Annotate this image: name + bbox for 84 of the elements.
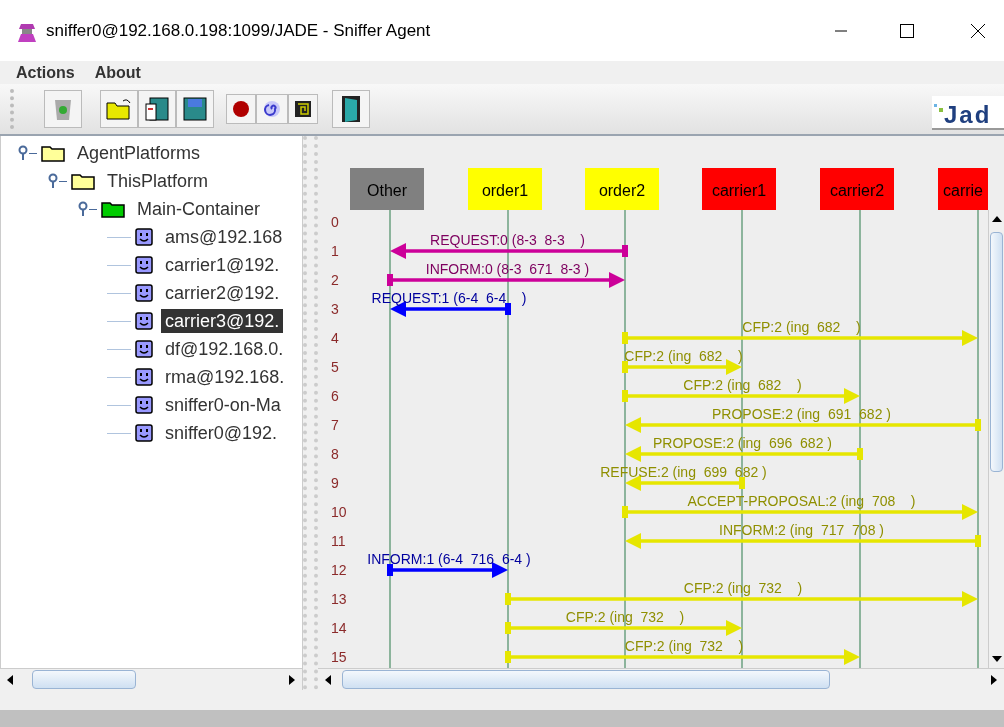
clear-icon[interactable] — [44, 90, 82, 128]
row-number: 1 — [331, 243, 339, 259]
squares-icon — [934, 104, 943, 112]
message-label: PROPOSE:2 (ing 696 682 ) — [653, 435, 832, 451]
menu-item[interactable]: About — [94, 61, 141, 85]
tree-item[interactable]: AgentPlatforms — [73, 141, 205, 165]
folder-icon — [101, 200, 125, 218]
message-label: INFORM:1 (6-4 716 6-4 ) — [367, 551, 531, 567]
message-label: INFORM:2 (ing 717 708 ) — [719, 522, 884, 538]
expand-handle-icon[interactable] — [47, 173, 59, 189]
smiley-icon — [135, 368, 153, 386]
tree-item[interactable]: carrier2@192. — [161, 281, 284, 305]
smiley-icon — [135, 424, 153, 442]
row-number: 7 — [331, 417, 339, 433]
row-number: 0 — [331, 214, 339, 230]
door-icon[interactable] — [332, 90, 370, 128]
smiley-icon — [135, 340, 153, 358]
tree-item[interactable]: rma@192.168. — [161, 365, 289, 389]
row-number: 15 — [331, 649, 347, 665]
maximize-icon[interactable] — [900, 23, 914, 38]
expand-handle-icon[interactable] — [17, 145, 29, 161]
horizontal-scrollbar[interactable] — [318, 668, 1004, 690]
tree-item[interactable]: df@192.168.0. — [161, 337, 288, 361]
message-label: REFUSE:2 (ing 699 682 ) — [600, 464, 767, 480]
tree-item[interactable]: carrier3@192. — [161, 309, 284, 333]
agent-name: Other — [367, 182, 407, 199]
message-label: ACCEPT-PROPOSAL:2 (ing 708 ) — [687, 493, 916, 509]
tree-item[interactable]: ams@192.168 — [161, 225, 287, 249]
message-label: PROPOSE:2 (ing 691 682 ) — [712, 406, 891, 422]
menu-item[interactable]: Actions — [16, 61, 75, 85]
folder-icon — [71, 172, 95, 190]
agent-name: carrie — [943, 182, 983, 199]
row-number: 4 — [331, 330, 339, 346]
smiley-icon — [135, 256, 153, 274]
open-folder-icon[interactable] — [100, 90, 138, 128]
message-label: CFP:2 (ing 682 ) — [624, 348, 743, 364]
smiley-icon — [135, 312, 153, 330]
close-icon[interactable] — [970, 22, 986, 39]
message-label: REQUEST:0 (8-3 8-3 ) — [430, 232, 585, 248]
vertical-scrollbar[interactable] — [988, 210, 1004, 668]
row-number: 8 — [331, 446, 339, 462]
message-label: CFP:2 (ing 682 ) — [683, 377, 802, 393]
scroll-thumb[interactable] — [32, 670, 136, 689]
row-number: 10 — [331, 504, 347, 520]
horizontal-scrollbar[interactable] — [0, 668, 302, 690]
message-label: CFP:2 (ing 732 ) — [683, 580, 803, 596]
message-label: CFP:2 (ing 732 ) — [565, 609, 685, 625]
square-spiral-icon[interactable] — [288, 94, 318, 124]
row-number: 2 — [331, 272, 339, 288]
row-number: 9 — [331, 475, 339, 491]
message-label: CFP:2 (ing 682 ) — [742, 319, 861, 335]
tree-item[interactable]: sniffer0-on-Ma — [161, 393, 285, 417]
row-number: 14 — [331, 620, 347, 636]
window-title: sniffer0@192.168.0.198:1099/JADE - Sniffer Agent — [46, 19, 431, 42]
tree-item[interactable]: ThisPlatform — [103, 169, 213, 193]
smiley-icon — [135, 228, 153, 246]
agent-box[interactable] — [585, 168, 659, 210]
save-document-icon[interactable] — [138, 90, 176, 128]
record-icon[interactable] — [226, 94, 256, 124]
smiley-icon — [135, 396, 153, 414]
folder-icon — [41, 144, 65, 162]
row-number: 11 — [331, 533, 346, 549]
logo-text: Jad — [944, 102, 992, 128]
agent-name: order2 — [598, 182, 646, 199]
tree-item[interactable]: sniffer0@192. — [161, 421, 281, 445]
agent-name: carrier1 — [711, 182, 767, 199]
row-number: 6 — [331, 388, 339, 404]
row-number: 5 — [331, 359, 339, 375]
message-label: REQUEST:1 (6-4 6-4 ) — [371, 290, 527, 306]
scroll-thumb[interactable] — [342, 670, 830, 689]
agent-box[interactable] — [468, 168, 542, 210]
message-label: INFORM:0 (8-3 671 8-3 ) — [425, 261, 590, 277]
row-number: 13 — [331, 591, 347, 607]
row-number: 12 — [331, 562, 347, 578]
agent-name: carrier2 — [829, 182, 885, 199]
spiral-icon[interactable] — [256, 94, 288, 124]
row-number: 3 — [331, 301, 339, 317]
message-label: CFP:2 (ing 732 ) — [624, 638, 744, 654]
expand-handle-icon[interactable] — [77, 201, 89, 217]
smiley-icon — [135, 284, 153, 302]
tree-item[interactable]: Main-Container — [133, 197, 265, 221]
agent-name: order1 — [481, 182, 529, 199]
tree-item[interactable]: carrier1@192. — [161, 253, 284, 277]
scroll-thumb[interactable] — [990, 232, 1003, 472]
